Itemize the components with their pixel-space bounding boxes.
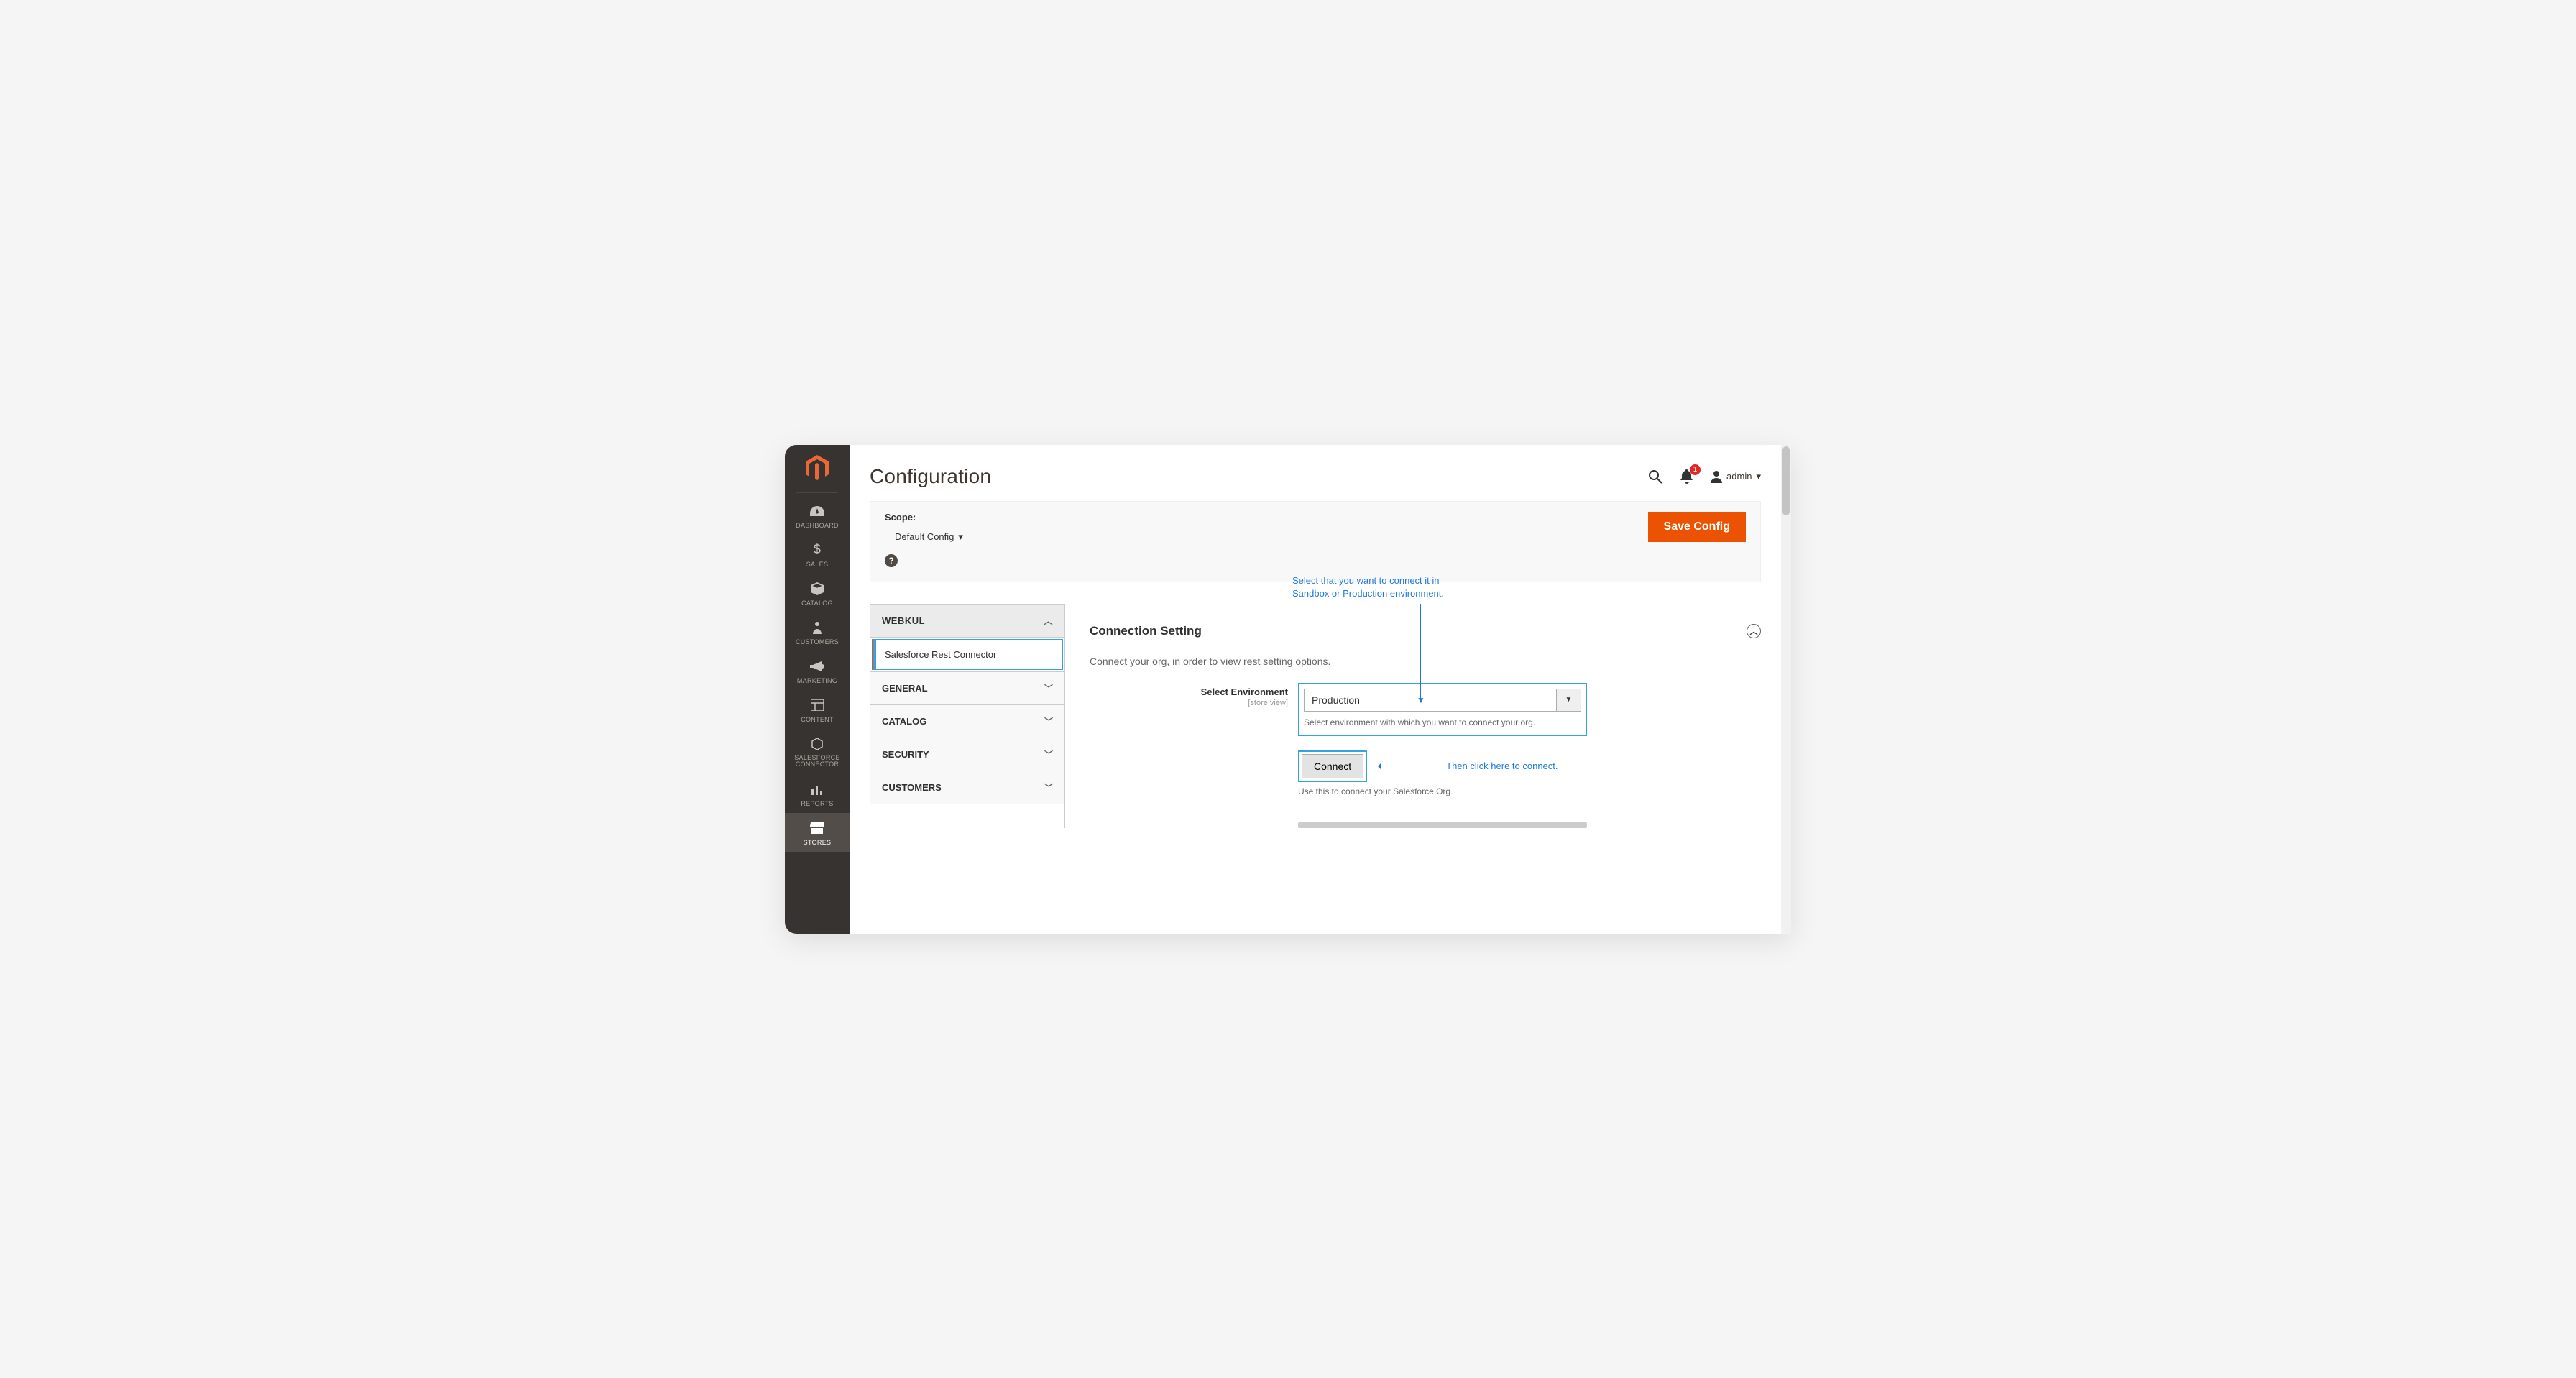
- person-icon: [812, 620, 822, 635]
- settings-panel: Select that you want to connect it in Sa…: [1090, 604, 1761, 828]
- app-frame: DASHBOARD $ SALES CATALOG CUSTOMERS MARK…: [785, 445, 1791, 934]
- scope-label: Scope:: [885, 512, 1648, 523]
- connect-highlight: Connect: [1298, 750, 1367, 782]
- sidebar-item-catalog[interactable]: CATALOG: [785, 574, 850, 612]
- header-actions: 1 admin ▾: [1647, 469, 1761, 484]
- search-icon[interactable]: [1647, 469, 1663, 484]
- caret-down-icon: ▾: [958, 531, 963, 543]
- caret-down-icon[interactable]: ▼: [1557, 689, 1581, 712]
- gauge-icon: [810, 503, 824, 519]
- connect-button[interactable]: Connect: [1302, 754, 1363, 778]
- tab-customers[interactable]: CUSTOMERS ﹀: [870, 771, 1064, 804]
- help-icon[interactable]: ?: [885, 554, 898, 567]
- admin-sidebar: DASHBOARD $ SALES CATALOG CUSTOMERS MARK…: [785, 445, 850, 934]
- tab-section-webkul[interactable]: WEBKUL ︿: [870, 605, 1064, 638]
- store-icon: [810, 820, 824, 836]
- sidebar-item-stores[interactable]: STORES: [785, 813, 850, 852]
- sidebar-label: REPORTS: [801, 800, 833, 807]
- sidebar-label: MARKETING: [797, 677, 837, 684]
- chevron-down-icon: ﹀: [1044, 781, 1053, 794]
- sidebar-item-content[interactable]: CONTENT: [785, 690, 850, 729]
- tab-label: Salesforce Rest Connector: [885, 649, 996, 660]
- sidebar-item-salesforce-connector[interactable]: SALESFORCE CONNECTOR: [785, 729, 850, 775]
- panel-title-row: Connection Setting ︿: [1090, 624, 1761, 638]
- environment-row: Select Environment [store view] Producti…: [1090, 683, 1761, 828]
- annotation-line2: Sandbox or Production environment.: [1292, 587, 1444, 601]
- megaphone-icon: [810, 658, 824, 674]
- tab-label: WEBKUL: [882, 615, 925, 626]
- user-name: admin: [1726, 471, 1752, 482]
- main-content: ▴ Configuration 1 admin ▾: [850, 445, 1791, 934]
- sidebar-item-sales[interactable]: $ SALES: [785, 535, 850, 574]
- magento-logo-icon: [806, 455, 829, 481]
- chevron-up-icon: ︿: [1044, 615, 1053, 627]
- environment-field-highlight: Production ▼ Select environment with whi…: [1298, 683, 1587, 736]
- connect-hint: Use this to connect your Salesforce Org.: [1298, 786, 1587, 796]
- sidebar-item-customers[interactable]: CUSTOMERS: [785, 612, 850, 651]
- chevron-down-icon: ﹀: [1044, 682, 1053, 694]
- connect-row: Connect Then click here to connect.: [1298, 750, 1587, 782]
- sidebar-label: SALES: [806, 561, 829, 568]
- caret-down-icon: ▾: [1756, 471, 1761, 482]
- config-tabs: WEBKUL ︿ Salesforce Rest Connector GENER…: [870, 604, 1065, 828]
- tab-security[interactable]: SECURITY ﹀: [870, 738, 1064, 771]
- bars-icon: [811, 781, 824, 797]
- page-header: Configuration 1 admin ▾: [850, 445, 1781, 501]
- annotation-right: Then click here to connect.: [1376, 761, 1558, 771]
- scrollbar[interactable]: ▴: [1781, 445, 1791, 934]
- sidebar-label: CONTENT: [801, 716, 834, 723]
- environment-label: Select Environment [store view]: [1090, 683, 1288, 707]
- scrollbar-thumb[interactable]: [1782, 446, 1790, 515]
- tab-label: SECURITY: [882, 749, 929, 760]
- panel-title: Connection Setting: [1090, 624, 1202, 638]
- sidebar-label: STORES: [804, 839, 832, 846]
- sidebar-label: CATALOG: [801, 600, 833, 607]
- hex-icon: [811, 736, 824, 752]
- save-config-button[interactable]: Save Config: [1648, 512, 1746, 542]
- annotation-right-text: Then click here to connect.: [1446, 761, 1558, 771]
- arrow-down-icon: ▼: [1417, 695, 1425, 705]
- page-title: Configuration: [870, 465, 1647, 488]
- environment-hint: Select environment with which you want t…: [1304, 717, 1581, 727]
- notifications-icon[interactable]: 1: [1679, 469, 1695, 484]
- tab-salesforce-rest-connector[interactable]: Salesforce Rest Connector: [870, 639, 1064, 672]
- config-body: WEBKUL ︿ Salesforce Rest Connector GENER…: [870, 604, 1761, 828]
- user-icon: [1711, 470, 1722, 483]
- scope-block: Scope: Default Config ▾ ?: [885, 512, 1648, 567]
- sidebar-item-reports[interactable]: REPORTS: [785, 774, 850, 813]
- annotation-arrow-down: [1420, 604, 1421, 699]
- env-label-scope: [store view]: [1090, 699, 1288, 707]
- sidebar-label: SALESFORCE CONNECTOR: [785, 755, 850, 769]
- panel-description: Connect your org, in order to view rest …: [1090, 656, 1761, 667]
- sidebar-item-marketing[interactable]: MARKETING: [785, 651, 850, 690]
- layout-icon: [811, 697, 824, 713]
- scope-value-text: Default Config: [895, 531, 954, 542]
- collapse-button[interactable]: ︿: [1747, 624, 1761, 638]
- sidebar-item-dashboard[interactable]: DASHBOARD: [785, 496, 850, 535]
- tab-label: CUSTOMERS: [882, 782, 942, 793]
- chevron-down-icon: ﹀: [1044, 748, 1053, 761]
- scope-toolbar: Scope: Default Config ▾ ? Save Config: [870, 501, 1761, 582]
- chevron-down-icon: ﹀: [1044, 715, 1053, 727]
- tab-label: GENERAL: [882, 683, 928, 694]
- env-label-text: Select Environment: [1201, 686, 1288, 697]
- box-icon: [811, 581, 824, 597]
- notification-badge: 1: [1690, 464, 1701, 475]
- sidebar-label: CUSTOMERS: [796, 638, 839, 646]
- horizontal-scrollbar[interactable]: [1298, 822, 1587, 828]
- tab-label: CATALOG: [882, 716, 926, 727]
- sidebar-divider: [796, 492, 838, 493]
- scope-selector[interactable]: Default Config ▾: [885, 531, 1648, 543]
- annotation-line1: Select that you want to connect it in: [1292, 574, 1444, 588]
- environment-select-value: Production: [1304, 689, 1557, 712]
- annotation-text: Select that you want to connect it in Sa…: [1292, 574, 1444, 602]
- dollar-icon: $: [814, 542, 821, 558]
- chevron-up-icon: ︿: [1750, 625, 1758, 637]
- environment-select[interactable]: Production ▼: [1304, 689, 1581, 712]
- user-menu[interactable]: admin ▾: [1711, 470, 1761, 483]
- sidebar-label: DASHBOARD: [796, 522, 839, 529]
- tab-general[interactable]: GENERAL ﹀: [870, 672, 1064, 705]
- tab-catalog[interactable]: CATALOG ﹀: [870, 705, 1064, 738]
